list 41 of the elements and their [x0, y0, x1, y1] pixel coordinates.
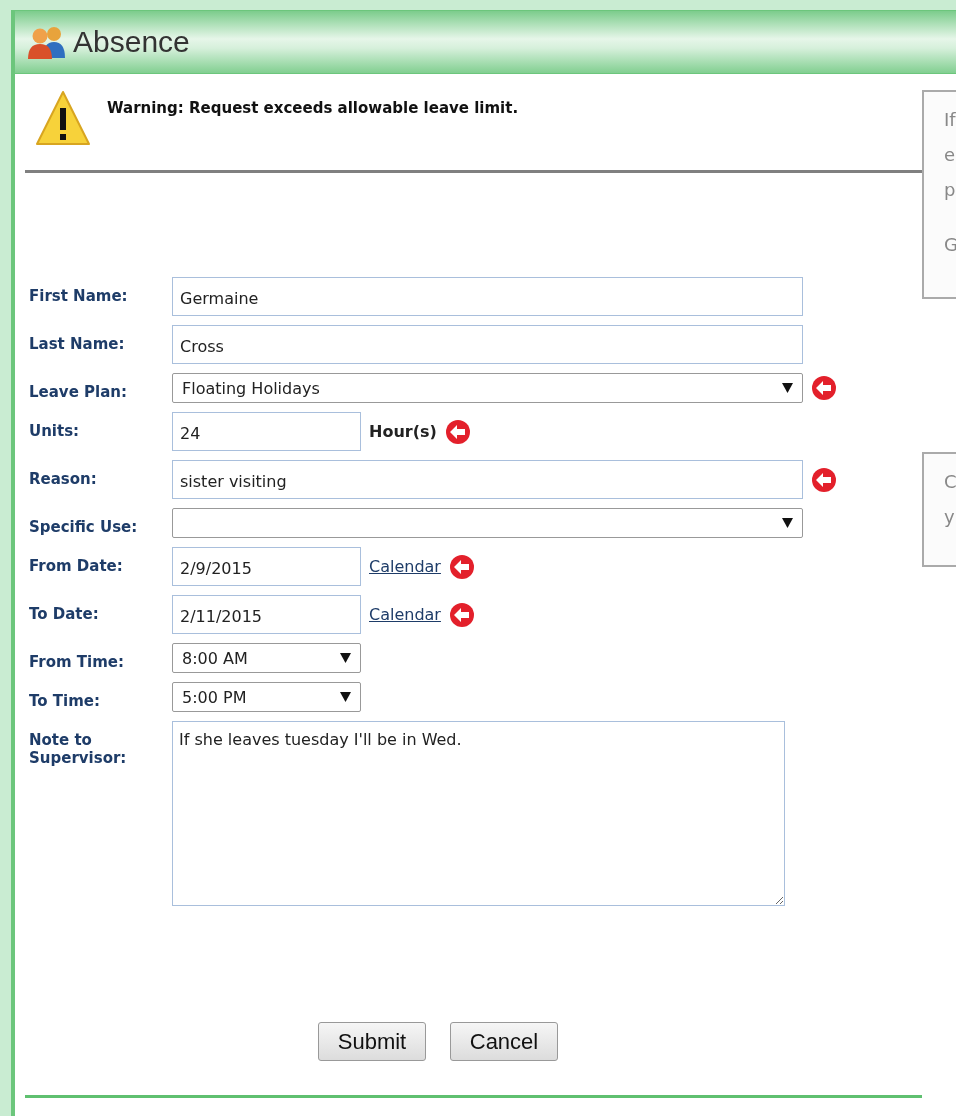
- warning-icon: [35, 90, 91, 147]
- field-label: Units:: [29, 421, 81, 440]
- field-label: Specific Use:: [29, 517, 139, 536]
- text-field[interactable]: Germaine: [172, 277, 803, 316]
- field-label: To Time:: [29, 691, 101, 710]
- field-label: First Name:: [29, 286, 129, 305]
- note-field[interactable]: If she leaves tuesday I'll be in Wed.: [172, 721, 785, 906]
- caret-icon: [340, 692, 351, 702]
- text-field[interactable]: Cross: [172, 325, 803, 364]
- calendar-link[interactable]: Calendar: [369, 557, 441, 576]
- calendar-link[interactable]: Calendar: [369, 605, 441, 624]
- dropdown[interactable]: Floating Holidays: [172, 373, 803, 403]
- window-title: Absence: [73, 25, 190, 59]
- panel-text: G: [944, 233, 956, 257]
- panel-text: If: [944, 108, 956, 132]
- panel-text: y: [944, 505, 955, 529]
- dropdown[interactable]: [172, 508, 803, 538]
- form-button[interactable]: Submit: [318, 1022, 426, 1061]
- field-label: Last Name:: [29, 334, 126, 353]
- caret-icon: [782, 518, 793, 528]
- caret-icon: [340, 653, 351, 663]
- field-label: Note to Supervisor:: [29, 730, 128, 767]
- text-field[interactable]: 24: [172, 412, 361, 451]
- dropdown[interactable]: 8:00 AM: [172, 643, 361, 673]
- form-button[interactable]: Cancel: [450, 1022, 558, 1061]
- dropdown[interactable]: 5:00 PM: [172, 682, 361, 712]
- unit-label: Hour(s): [369, 422, 437, 441]
- field-label: From Time:: [29, 652, 126, 671]
- field-label: From Date:: [29, 556, 124, 575]
- field-label: To Date:: [29, 604, 100, 623]
- text-field[interactable]: 2/11/2015: [172, 595, 361, 634]
- field-label: Leave Plan:: [29, 382, 128, 401]
- warning-message: Warning: Request exceeds allowable leave limit.: [107, 98, 519, 119]
- caret-icon: [782, 383, 793, 393]
- panel-text: C: [944, 470, 956, 494]
- panel-text: p: [944, 178, 956, 202]
- field-label: Reason:: [29, 469, 98, 488]
- panel-text: e: [944, 143, 956, 167]
- text-field[interactable]: 2/9/2015: [172, 547, 361, 586]
- people-icon: [27, 25, 67, 59]
- text-field[interactable]: sister visiting: [172, 460, 803, 499]
